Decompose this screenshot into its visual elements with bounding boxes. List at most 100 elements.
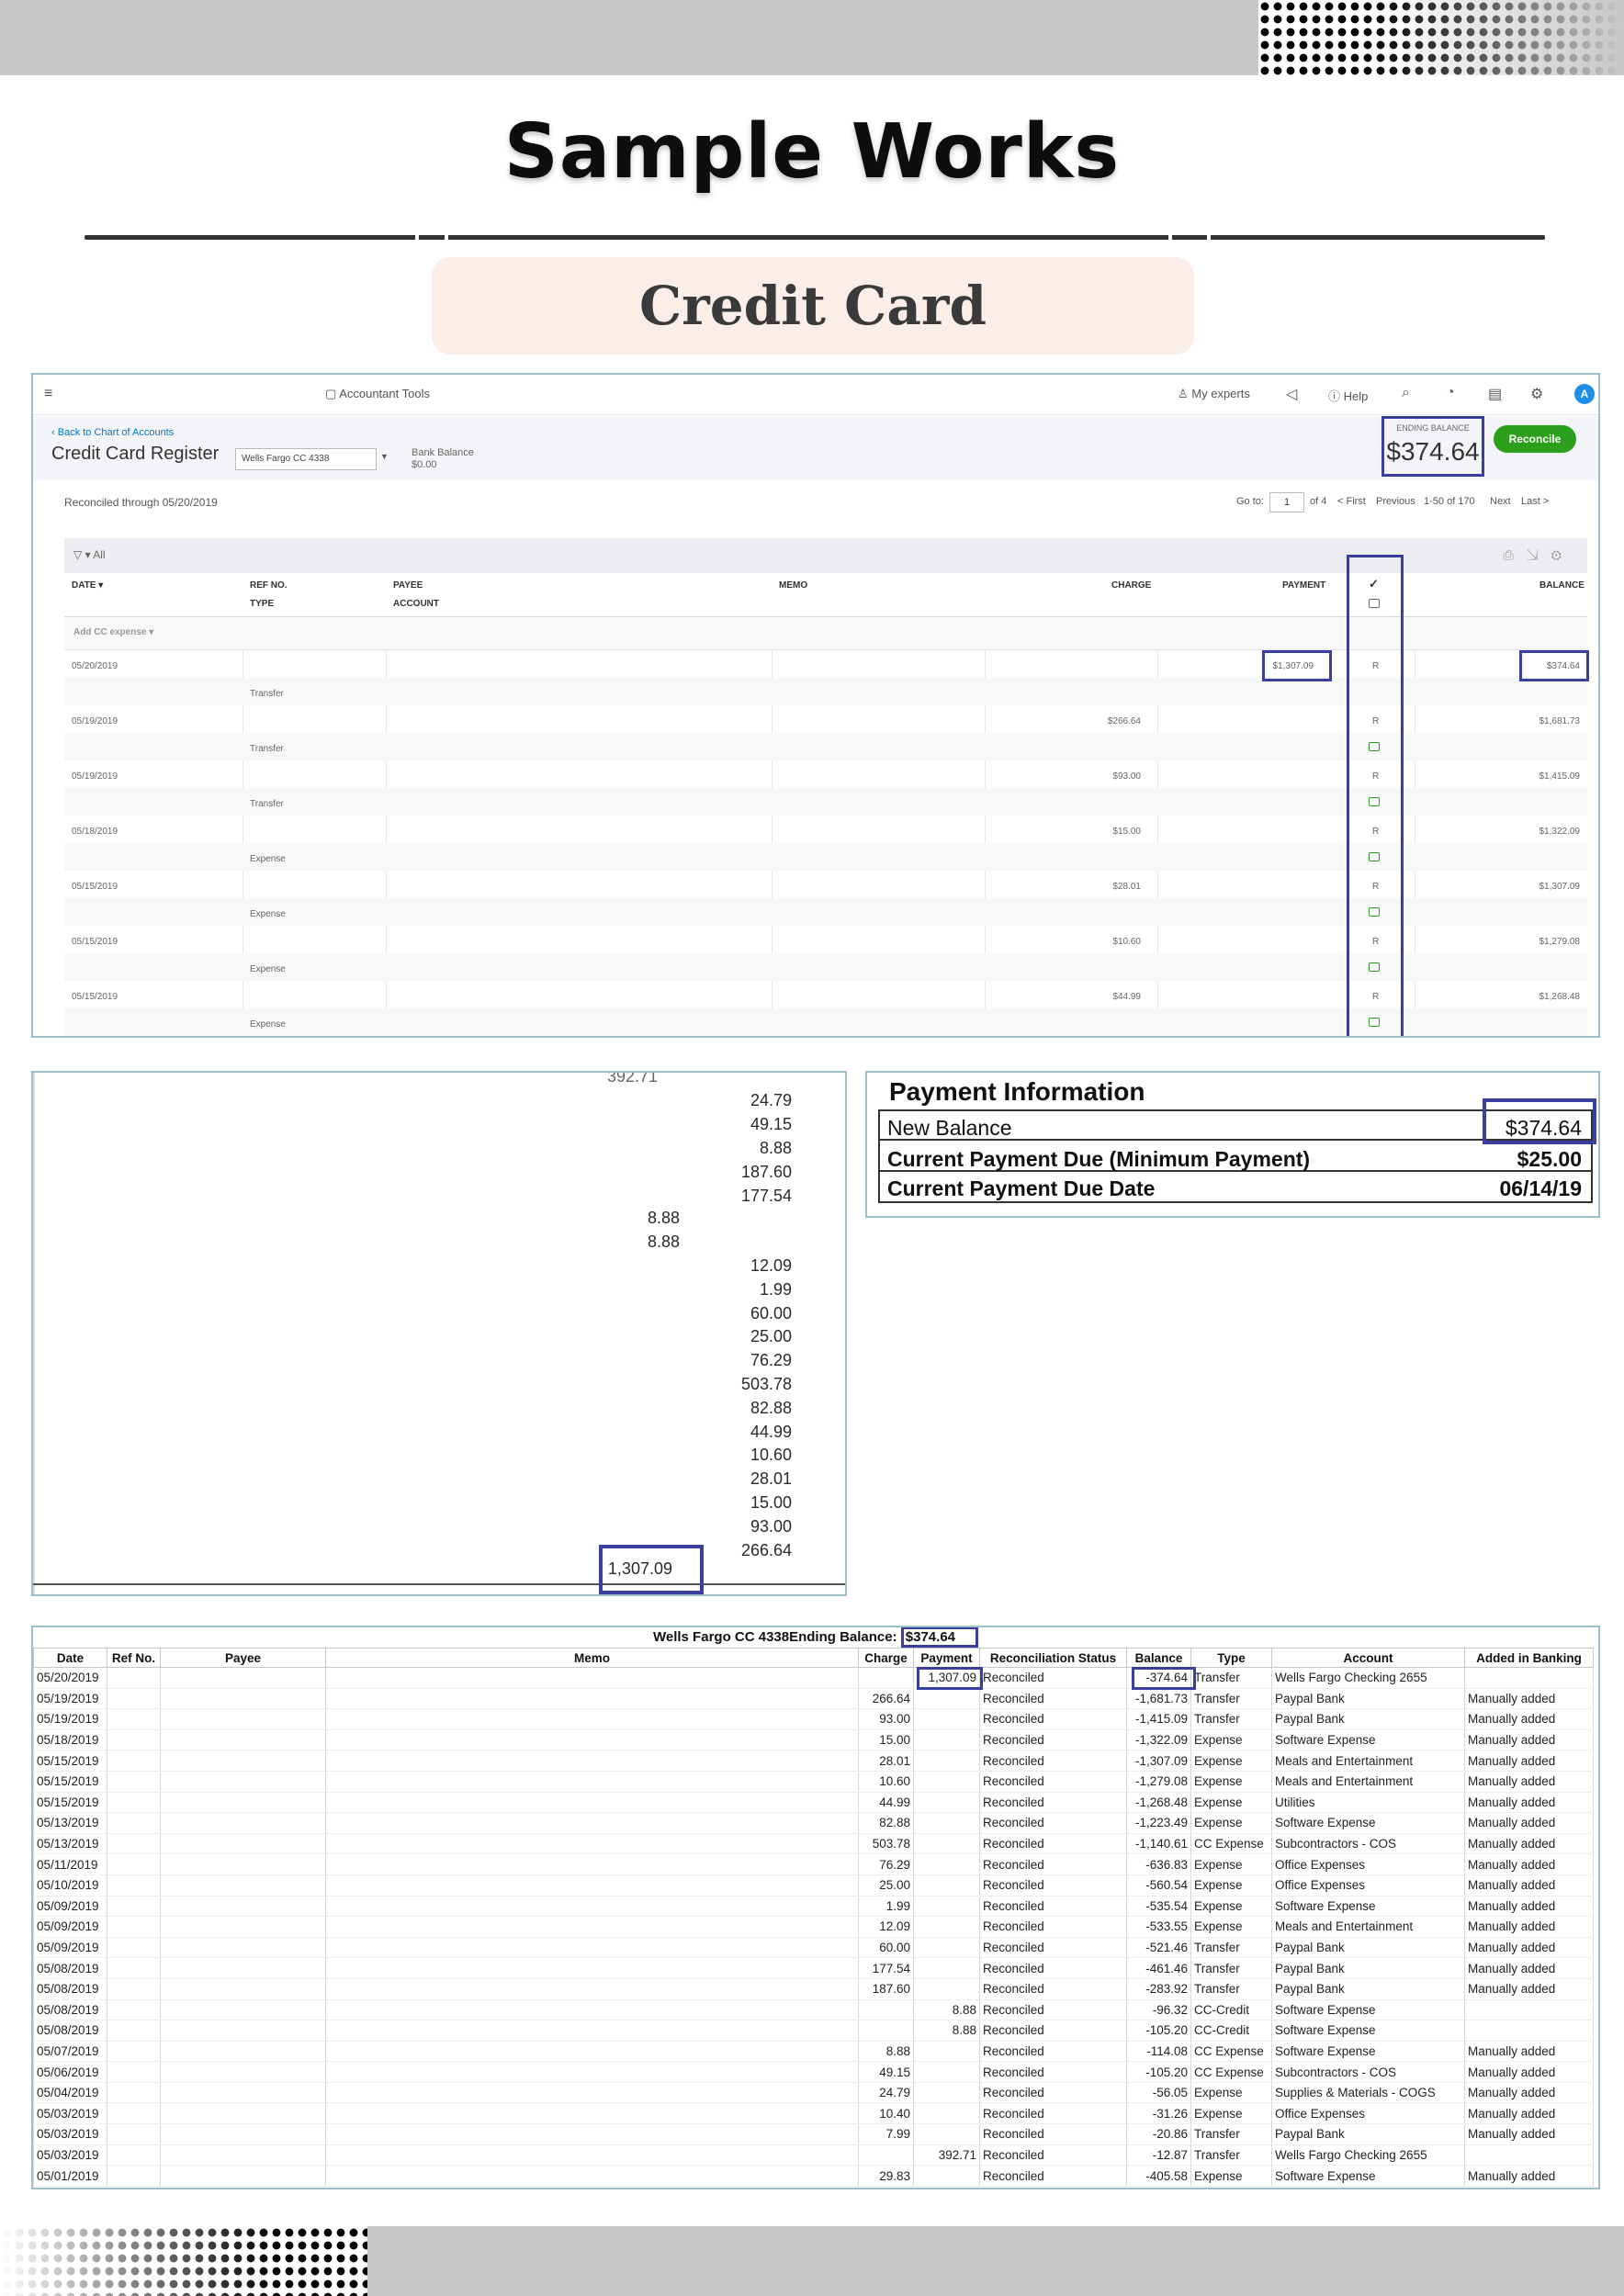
previous-page-link[interactable]: Previous bbox=[1376, 496, 1415, 507]
report-cell bbox=[325, 1957, 859, 1979]
first-page-link[interactable]: < First bbox=[1337, 496, 1366, 507]
report-cell bbox=[107, 1978, 161, 2000]
report-cell bbox=[160, 1729, 326, 1751]
report-cell: 7.99 bbox=[858, 2123, 914, 2145]
report-cell: 05/08/2019 bbox=[33, 1978, 107, 2000]
reconcile-button[interactable]: Reconcile bbox=[1494, 425, 1576, 453]
row-type: Expense bbox=[250, 854, 286, 864]
report-cell: -1,268.48 bbox=[1126, 1792, 1191, 1814]
funnel-icon: ▽ ▾ bbox=[73, 548, 94, 561]
due-date-row: Current Payment Due Date 06/14/19 bbox=[887, 1176, 1582, 1200]
report-cell: Expense bbox=[1190, 1812, 1272, 1834]
accountant-tools-link[interactable]: ▢ Accountant Tools bbox=[325, 387, 430, 401]
report-cell bbox=[858, 1667, 914, 1689]
report-cell bbox=[913, 1812, 980, 1834]
report-cell bbox=[325, 2144, 859, 2167]
payment-information-title: Payment Information bbox=[889, 1077, 1145, 1106]
report-cell bbox=[160, 2061, 326, 2083]
report-balance-highlight bbox=[1132, 1667, 1196, 1690]
report-cell: 05/18/2019 bbox=[33, 1729, 107, 1751]
report-cell bbox=[913, 1771, 980, 1793]
row-balance: $1,415.09 bbox=[1539, 771, 1581, 782]
my-experts-link[interactable]: ♙ My experts bbox=[1178, 387, 1250, 401]
qbo-top-bar: ≡ ▢ Accountant Tools ♙ My experts ◁ ⓘ He… bbox=[33, 375, 1598, 415]
report-cell bbox=[913, 2061, 980, 2083]
export-icon[interactable]: ⇲ bbox=[1527, 547, 1551, 562]
report-row: 05/09/2019 1.99 Reconciled -535.54 Expense So… bbox=[33, 1896, 1594, 1918]
report-cell bbox=[107, 2041, 161, 2063]
report-cell: Expense bbox=[1190, 1729, 1272, 1751]
gear-icon[interactable]: ⚙ bbox=[1530, 385, 1543, 403]
back-to-chart-of-accounts-link[interactable]: ‹ Back to Chart of Accounts bbox=[51, 427, 174, 438]
caret-down-icon[interactable]: ▼ bbox=[380, 452, 389, 461]
report-row: 05/08/2019 187.60 Reconciled -283.92 Transfe… bbox=[33, 1978, 1594, 2000]
report-cell: Expense bbox=[1190, 1792, 1272, 1814]
report-cell bbox=[107, 1812, 161, 1834]
account-select[interactable]: Wells Fargo CC 4338 bbox=[235, 448, 377, 470]
report-cell bbox=[913, 1874, 980, 1896]
next-page-link[interactable]: Next bbox=[1490, 496, 1511, 507]
report-cell: 05/13/2019 bbox=[33, 1833, 107, 1855]
bell-icon[interactable]: ◔ bbox=[1446, 385, 1455, 401]
report-cell: 05/08/2019 bbox=[33, 1999, 107, 2021]
credit-card-register-screenshot: ≡ ▢ Accountant Tools ♙ My experts ◁ ⓘ He… bbox=[31, 373, 1600, 1038]
megaphone-icon[interactable]: ◁ bbox=[1286, 385, 1297, 403]
col-date[interactable]: DATE ▾ bbox=[72, 580, 103, 591]
add-cc-expense-dropdown[interactable]: Add CC expense ▾ bbox=[73, 627, 153, 637]
statement-amount: 49.15 bbox=[750, 1115, 792, 1133]
report-cell: 44.99 bbox=[858, 1792, 914, 1814]
report-cell: Software Expense bbox=[1271, 1812, 1465, 1834]
report-cell: 10.60 bbox=[858, 1771, 914, 1793]
report-cell: Software Expense bbox=[1271, 1999, 1465, 2021]
statement-amount: 187.60 bbox=[740, 1163, 792, 1181]
report-cell bbox=[160, 1874, 326, 1896]
clipboard-icon[interactable]: ▤ bbox=[1488, 385, 1502, 403]
report-cell bbox=[160, 1812, 326, 1834]
menu-icon[interactable]: ≡ bbox=[44, 386, 52, 402]
report-cell: 05/19/2019 bbox=[33, 1688, 107, 1710]
report-cell: Expense bbox=[1190, 2102, 1272, 2125]
help-link[interactable]: ⓘ Help bbox=[1328, 387, 1368, 404]
page-number-input[interactable]: 1 bbox=[1269, 492, 1304, 512]
col-balance: BALANCE bbox=[1539, 580, 1585, 591]
report-cell: Manually added bbox=[1464, 1937, 1594, 1959]
report-cell: Manually added bbox=[1464, 2165, 1594, 2187]
report-cell bbox=[107, 2144, 161, 2167]
search-icon[interactable]: ⌕ bbox=[1402, 385, 1410, 401]
report-cell: 05/15/2019 bbox=[33, 1750, 107, 1772]
row-type: Expense bbox=[250, 1019, 286, 1030]
report-cell bbox=[325, 1874, 859, 1896]
last-page-link[interactable]: Last > bbox=[1521, 496, 1549, 507]
report-cell: Office Expenses bbox=[1271, 2102, 1465, 2125]
col-payee: PAYEE bbox=[393, 580, 423, 591]
report-column-header: Balance bbox=[1126, 1648, 1191, 1668]
report-cell: Expense bbox=[1190, 1916, 1272, 1938]
settings-icon[interactable]: ⚙ bbox=[1551, 547, 1574, 562]
reconciliation-status-column-highlight bbox=[1347, 555, 1404, 1036]
report-cell: 12.09 bbox=[858, 1916, 914, 1938]
report-cell: Subcontractors - COS bbox=[1271, 1833, 1465, 1855]
report-cell: 05/03/2019 bbox=[33, 2102, 107, 2125]
report-cell bbox=[325, 1853, 859, 1875]
report-cell bbox=[107, 1896, 161, 1918]
ending-balance-highlight: ENDING BALANCE $374.64 bbox=[1382, 416, 1484, 477]
print-icon[interactable]: ⎙ bbox=[1504, 547, 1527, 562]
report-cell bbox=[325, 1792, 859, 1814]
report-cell bbox=[160, 1999, 326, 2021]
chevron-left-icon: ‹ bbox=[51, 427, 58, 438]
report-cell: Manually added bbox=[1464, 1688, 1594, 1710]
report-cell: -521.46 bbox=[1126, 1937, 1191, 1959]
report-row: 05/20/2019 1,307.09 Reconciled -374.64 Trans… bbox=[33, 1667, 1594, 1689]
report-row: 05/08/2019 8.88 Reconciled -96.32 CC-Credit S… bbox=[33, 1999, 1594, 2021]
report-row: 05/10/2019 25.00 Reconciled -560.54 Expense O… bbox=[33, 1874, 1594, 1896]
row-type: Transfer bbox=[250, 799, 284, 809]
report-cell bbox=[107, 1771, 161, 1793]
report-row: 05/09/2019 12.09 Reconciled -533.55 Expense M… bbox=[33, 1916, 1594, 1938]
report-column-header: Payee bbox=[160, 1648, 326, 1668]
avatar[interactable]: A bbox=[1574, 384, 1595, 404]
row-charge: $28.01 bbox=[1112, 882, 1141, 892]
report-cell: Supplies & Materials - COGS bbox=[1271, 2082, 1465, 2104]
row-balance: $1,279.08 bbox=[1539, 937, 1581, 947]
filter-dropdown[interactable]: ▽ ▾ All bbox=[73, 548, 106, 561]
statement-amounts-panel: 392.71 24.79 49.15 8.88 187.60 177.54 8.88 8.8… bbox=[31, 1071, 847, 1596]
